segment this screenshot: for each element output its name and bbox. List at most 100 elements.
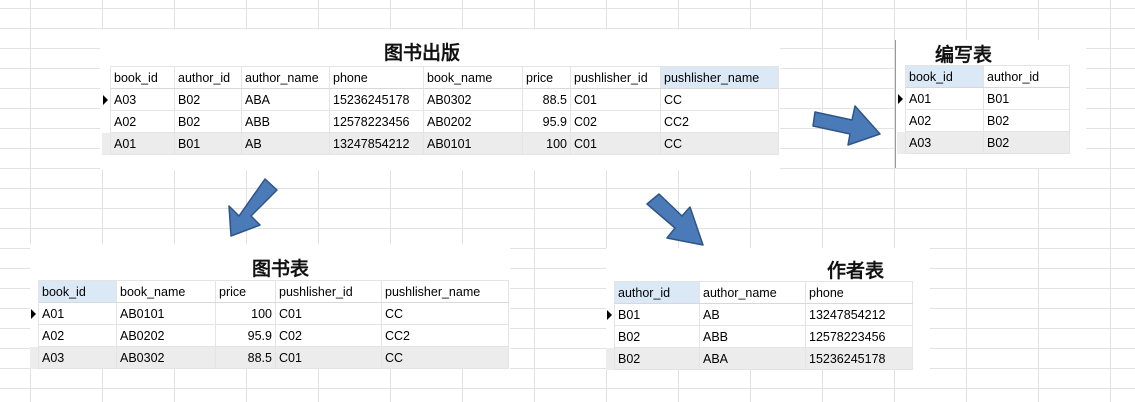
column-header[interactable]: pushlisher_name — [381, 280, 509, 303]
table-cell[interactable]: 13247854212 — [329, 132, 424, 155]
column-header[interactable]: price — [215, 280, 276, 303]
column-header[interactable]: author_name — [241, 66, 330, 89]
table-cell[interactable]: C01 — [570, 88, 661, 111]
column-header[interactable]: price — [522, 66, 571, 89]
table-cell[interactable]: 100 — [215, 302, 276, 325]
row-pointer-icon — [31, 308, 36, 319]
row-indicator — [606, 347, 615, 370]
table-cell[interactable]: CC2 — [660, 110, 779, 133]
table-cell[interactable]: CC2 — [381, 324, 509, 347]
column-header[interactable]: book_name — [116, 280, 216, 303]
row-indicator — [102, 110, 111, 133]
column-header[interactable]: author_name — [699, 281, 806, 304]
table-cell[interactable]: 100 — [522, 132, 571, 155]
table-row[interactable]: A03 B02 ABA 15236245178 AB0302 88.5 C01 … — [102, 88, 779, 111]
table-cell[interactable]: B02 — [174, 88, 242, 111]
table-cell[interactable]: C01 — [570, 132, 661, 155]
table-cell[interactable]: C02 — [275, 324, 382, 347]
table-cell[interactable]: AB — [699, 303, 806, 326]
table-cell[interactable]: 15236245178 — [329, 88, 424, 111]
row-indicator-header — [30, 280, 39, 303]
table-row[interactable]: A03 B02 — [897, 131, 1070, 154]
table-cell[interactable]: A03 — [38, 346, 117, 369]
table-cell[interactable]: B02 — [983, 109, 1070, 132]
column-header[interactable]: phone — [805, 281, 913, 304]
table-cell[interactable]: 88.5 — [215, 346, 276, 369]
table-cell[interactable]: AB0202 — [423, 110, 523, 133]
table-cell[interactable]: ABB — [241, 110, 330, 133]
column-header[interactable]: author_id — [174, 66, 242, 89]
column-header-selected[interactable]: author_id — [614, 281, 700, 304]
table-cell[interactable]: 12578223456 — [805, 325, 913, 348]
column-header[interactable]: phone — [329, 66, 424, 89]
table-cell[interactable]: B02 — [174, 110, 242, 133]
writing-table: book_id author_id A01 B01 A02 B02 A03 B0… — [897, 65, 1070, 154]
table-cell[interactable]: A01 — [38, 302, 117, 325]
table-cell[interactable]: A03 — [110, 88, 175, 111]
row-indicator-header — [102, 66, 111, 89]
table-cell[interactable]: 15236245178 — [805, 347, 913, 370]
row-indicator — [897, 131, 906, 154]
writing-header-row: book_id author_id — [897, 65, 1070, 88]
table-cell[interactable]: AB0202 — [116, 324, 216, 347]
table-cell[interactable]: C02 — [570, 110, 661, 133]
table-cell[interactable]: 95.9 — [215, 324, 276, 347]
row-pointer-icon — [103, 94, 108, 105]
column-header[interactable]: book_name — [423, 66, 523, 89]
publishing-title: 图书出版 — [384, 42, 461, 64]
arrow-down-left-shape — [228, 178, 278, 237]
table-cell[interactable]: AB0302 — [423, 88, 523, 111]
current-row-indicator — [606, 303, 615, 326]
table-cell[interactable]: A01 — [110, 132, 175, 155]
current-row-indicator — [30, 302, 39, 325]
table-cell[interactable]: 95.9 — [522, 110, 571, 133]
table-cell[interactable]: AB0302 — [116, 346, 216, 369]
books-table: book_id book_name price pushlisher_id pu… — [30, 280, 509, 369]
table-cell[interactable]: B02 — [614, 325, 700, 348]
table-cell[interactable]: A01 — [905, 87, 984, 110]
arrow-right-shape — [812, 105, 881, 146]
table-cell[interactable]: AB0101 — [116, 302, 216, 325]
column-header[interactable]: book_id — [110, 66, 175, 89]
table-cell[interactable]: CC — [381, 302, 509, 325]
table-row[interactable]: B02 ABB 12578223456 — [606, 325, 913, 348]
column-header-selected[interactable]: book_id — [38, 280, 117, 303]
table-cell[interactable]: 12578223456 — [329, 110, 424, 133]
column-header-selected[interactable]: book_id — [905, 65, 984, 88]
column-header[interactable]: author_id — [983, 65, 1070, 88]
table-cell[interactable]: A02 — [38, 324, 117, 347]
table-cell[interactable]: B02 — [614, 347, 700, 370]
table-cell[interactable]: B01 — [983, 87, 1070, 110]
table-row[interactable]: A01 B01 AB 13247854212 AB0101 100 C01 CC — [102, 132, 779, 155]
table-cell[interactable]: B01 — [614, 303, 700, 326]
table-cell[interactable]: A02 — [905, 109, 984, 132]
table-cell[interactable]: ABA — [241, 88, 330, 111]
table-row[interactable]: A03 AB0302 88.5 C01 CC — [30, 346, 509, 369]
table-cell[interactable]: C01 — [275, 302, 382, 325]
table-cell[interactable]: A02 — [110, 110, 175, 133]
table-row[interactable]: A02 AB0202 95.9 C02 CC2 — [30, 324, 509, 347]
table-cell[interactable]: CC — [660, 132, 779, 155]
table-cell[interactable]: CC — [660, 88, 779, 111]
table-row[interactable]: A02 B02 ABB 12578223456 AB0202 95.9 C02 … — [102, 110, 779, 133]
table-cell[interactable]: B01 — [174, 132, 242, 155]
table-row[interactable]: A02 B02 — [897, 109, 1070, 132]
table-row[interactable]: A01 AB0101 100 C01 CC — [30, 302, 509, 325]
table-row[interactable]: B02 ABA 15236245178 — [606, 347, 913, 370]
table-cell[interactable]: 13247854212 — [805, 303, 913, 326]
table-cell[interactable]: A03 — [905, 131, 984, 154]
table-cell[interactable]: AB — [241, 132, 330, 155]
table-row[interactable]: A01 B01 — [897, 87, 1070, 110]
table-cell[interactable]: C01 — [275, 346, 382, 369]
table-cell[interactable]: ABB — [699, 325, 806, 348]
column-header[interactable]: pushlisher_id — [275, 280, 382, 303]
table-cell[interactable]: ABA — [699, 347, 806, 370]
table-cell[interactable]: B02 — [983, 131, 1070, 154]
table-cell[interactable]: 88.5 — [522, 88, 571, 111]
table-cell[interactable]: AB0101 — [423, 132, 523, 155]
table-row[interactable]: B01 AB 13247854212 — [606, 303, 913, 326]
column-header-selected[interactable]: pushlisher_name — [660, 66, 779, 89]
table-cell[interactable]: CC — [381, 346, 509, 369]
row-indicator — [30, 346, 39, 369]
column-header[interactable]: pushlisher_id — [570, 66, 661, 89]
